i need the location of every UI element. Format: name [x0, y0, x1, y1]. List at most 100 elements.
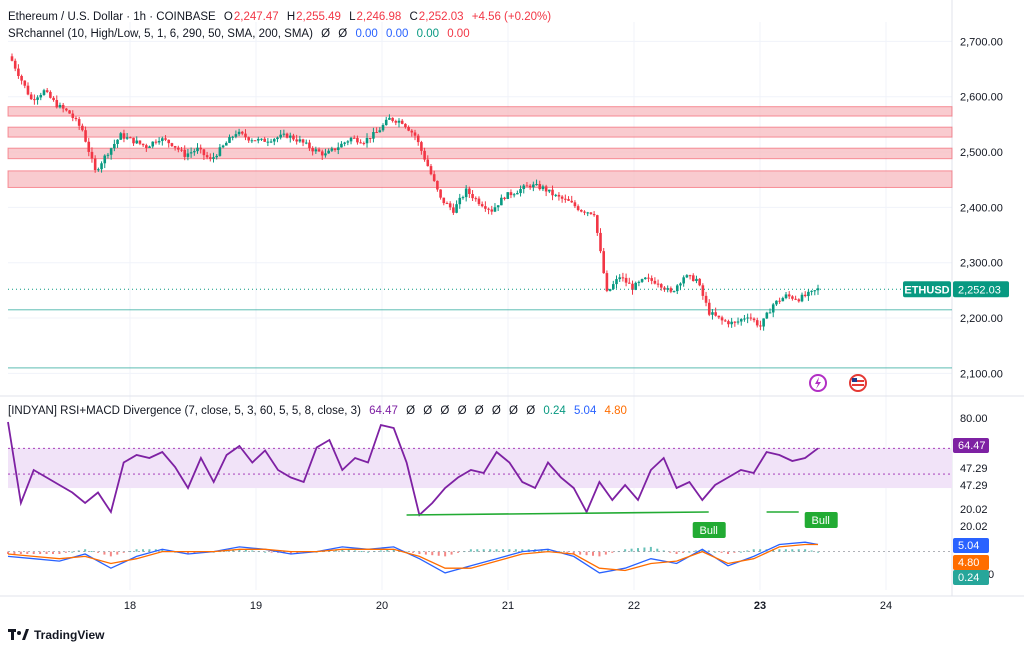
h-value: 2,255.49 — [296, 11, 341, 23]
candle-body — [340, 143, 343, 148]
candle-body — [816, 288, 820, 291]
candle — [621, 272, 625, 282]
macd-histogram-bar — [624, 549, 627, 552]
candle-body — [292, 135, 295, 140]
macd-histogram-bar — [630, 548, 633, 552]
candle-body — [90, 151, 94, 159]
candle — [138, 140, 142, 146]
candle-body — [394, 120, 398, 123]
candle-body — [129, 137, 132, 139]
candle — [458, 193, 462, 209]
candle — [557, 192, 561, 201]
candle-body — [490, 209, 494, 212]
candle — [304, 139, 308, 145]
candle-body — [74, 117, 78, 120]
candle-body — [762, 318, 765, 327]
candle — [39, 92, 43, 101]
indicator2-header[interactable]: [INDYAN] RSI+MACD Divergence (7, close, … — [8, 405, 628, 417]
candle-body — [247, 137, 250, 141]
indicator-value-tag: 5.04 — [958, 540, 979, 552]
candle-body — [68, 110, 71, 114]
tradingview-logo[interactable]: TradingView — [8, 628, 104, 642]
candle-body — [304, 142, 308, 144]
candle-body — [480, 204, 484, 207]
candle-body — [532, 184, 535, 188]
candle — [653, 277, 657, 285]
candle — [170, 142, 174, 147]
candle — [691, 273, 695, 282]
macd-histogram-bar — [643, 547, 646, 552]
price-labels: ETHUSD 2,252.03 64.47 5.04 4.80 0.24 — [809, 281, 1009, 585]
candle-body — [343, 142, 346, 144]
candle-body — [224, 142, 228, 146]
candle-body — [407, 127, 410, 131]
candle — [749, 313, 753, 321]
candle-body — [29, 94, 33, 100]
candle — [74, 116, 78, 122]
candle — [148, 145, 151, 149]
macd-histogram-bar — [90, 551, 93, 553]
resistance-zone — [7, 170, 953, 188]
candle-body — [183, 149, 187, 157]
candle — [762, 318, 765, 331]
candle — [23, 80, 27, 89]
candle — [49, 90, 52, 99]
candle-body — [551, 189, 554, 196]
candle — [477, 196, 481, 207]
macd-histogram-bar — [604, 551, 607, 555]
indicator2-title: [INDYAN] RSI+MACD Divergence (7, close, … — [8, 405, 361, 417]
indicator1-value: Ø — [321, 28, 331, 40]
resistance-zone — [7, 126, 953, 138]
candle-body — [471, 194, 474, 199]
price-tick-label: 2,500.00 — [960, 147, 1003, 159]
candle-body — [314, 149, 318, 152]
candle-body — [84, 130, 87, 142]
candle-body — [586, 212, 590, 214]
indicator1-header[interactable]: SRchannel (10, High/Low, 5, 1, 6, 290, 5… — [8, 28, 471, 40]
candle-body — [388, 117, 391, 120]
candle-body — [352, 137, 356, 139]
candle-body — [100, 163, 103, 170]
candle-body — [10, 56, 14, 61]
candle-body — [240, 131, 244, 134]
candle — [554, 193, 558, 197]
candle — [416, 133, 420, 146]
candle-body — [122, 133, 126, 139]
candle-body — [621, 277, 625, 279]
last-price-label: 2,252.03 — [958, 284, 1001, 296]
candle — [589, 212, 593, 215]
candle-body — [669, 288, 673, 292]
candle-body — [765, 312, 769, 319]
candle-body — [157, 140, 161, 143]
candle-body — [512, 194, 516, 196]
candle-body — [135, 140, 139, 144]
candle — [736, 317, 740, 325]
candle — [487, 207, 490, 215]
macd-histogram-bar — [116, 551, 119, 555]
o-value: 2,247.47 — [233, 11, 279, 23]
candle — [810, 290, 813, 296]
macd-histogram-bar — [592, 551, 594, 556]
l-value: 2,246.98 — [356, 11, 402, 23]
us-flag-icon — [849, 374, 867, 392]
candle — [346, 140, 350, 146]
macd-histogram-bar — [64, 551, 67, 553]
candle-body — [612, 284, 615, 290]
candle-body — [196, 147, 199, 152]
candle-body — [743, 318, 746, 320]
candle-body — [656, 283, 660, 285]
candle — [576, 204, 580, 212]
candle-body — [333, 148, 337, 151]
candle — [506, 192, 510, 200]
candle-body — [752, 318, 756, 321]
candle-body — [368, 137, 372, 139]
candle-body — [797, 299, 801, 302]
candle-body — [538, 184, 542, 190]
candle-body — [416, 135, 420, 143]
candle-body — [682, 277, 685, 284]
candle-body — [439, 189, 442, 198]
candle — [707, 299, 711, 317]
candle-body — [784, 294, 788, 299]
candle-body — [13, 60, 17, 69]
candle-body — [506, 192, 510, 199]
